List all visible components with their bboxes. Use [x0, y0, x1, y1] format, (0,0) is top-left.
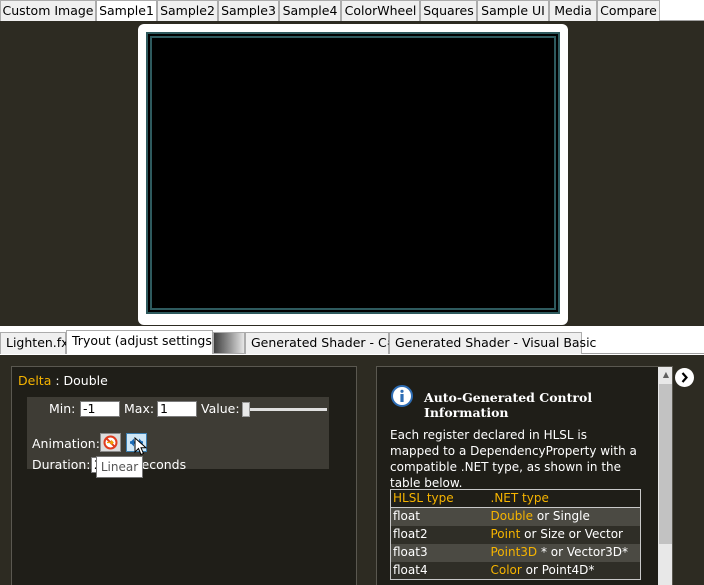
net-type-cell: Point or Size or Vector	[488, 525, 641, 544]
net-type: Point3D	[490, 545, 538, 559]
no-animation-button[interactable]	[100, 433, 121, 452]
header-net-type: .NET type	[488, 489, 641, 508]
tab-sample1[interactable]: Sample1	[96, 0, 157, 22]
table-row: float3 Point3D * or Vector3D*	[390, 543, 641, 562]
table-header-row: HLSL type .NET type	[390, 489, 641, 508]
info-description: Each register declared in HLSL is mapped…	[390, 428, 637, 490]
net-type-cell: Color or Point4D*	[488, 561, 641, 580]
preview-border	[146, 32, 560, 314]
tab-squares[interactable]: Squares	[420, 0, 477, 21]
tooltip: Linear	[96, 456, 143, 478]
net-type: Point	[490, 527, 521, 541]
no-animation-icon	[103, 435, 118, 450]
max-input[interactable]: 1	[157, 401, 197, 417]
info-icon	[391, 385, 413, 407]
tab-media[interactable]: Media	[549, 0, 597, 21]
max-label: Max:	[124, 401, 155, 416]
net-type-cell: Point3D * or Vector3D*	[488, 543, 641, 562]
scroll-up-arrow-icon[interactable]: ▲	[658, 367, 672, 383]
tab-sample4[interactable]: Sample4	[279, 0, 341, 21]
property-panel: Delta : Double Min: -1 Max: 1 Value: Ani…	[11, 366, 357, 585]
net-type: Double	[490, 509, 534, 524]
tab-generated-vb[interactable]: Generated Shader - Visual Basic	[389, 332, 596, 354]
table-row: float2 Point or Size or Vector	[390, 525, 641, 544]
info-title: Auto-Generated Control Information	[424, 390, 593, 420]
tab-compare[interactable]: Compare	[597, 0, 660, 21]
top-tab-strip: Custom Image Sample1 Sample2 Sample3 Sam…	[0, 0, 704, 22]
hlsl-type-cell: float	[390, 507, 489, 526]
hlsl-type-cell: float3	[390, 543, 489, 562]
table-row: float Double or Single	[390, 507, 641, 526]
net-type-alt: or Point4D*	[521, 562, 595, 577]
animation-label: Animation:	[32, 436, 100, 451]
hlsl-type-cell: float2	[390, 525, 489, 544]
property-heading: Delta : Double	[18, 373, 108, 388]
property-type: Double	[63, 373, 108, 388]
net-type-cell: Double or Single	[488, 507, 641, 526]
tab-color-swatch[interactable]	[213, 332, 245, 354]
net-type-alt: or Size or Vector	[520, 527, 623, 541]
tryout-content: Delta : Double Min: -1 Max: 1 Value: Ani…	[0, 355, 704, 585]
header-hlsl-type: HLSL type	[390, 489, 489, 508]
info-panel: Auto-Generated Control Information Each …	[376, 366, 673, 585]
bottom-tab-strip: Lighten.fx Tryout (adjust settings) Gene…	[0, 330, 704, 354]
net-type-alt: or Single	[533, 509, 590, 524]
tab-generated-csharp[interactable]: Generated Shader - C#	[245, 332, 397, 354]
min-label: Min:	[49, 401, 76, 416]
property-name: Delta	[18, 373, 52, 388]
scroll-thumb[interactable]	[659, 384, 672, 544]
tab-lighten-fx[interactable]: Lighten.fx	[0, 332, 69, 354]
property-separator: :	[51, 373, 64, 388]
tab-tryout[interactable]: Tryout (adjust settings)	[66, 330, 217, 354]
net-type-alt: * or Vector3D*	[537, 545, 629, 559]
tab-sample2[interactable]: Sample2	[157, 0, 218, 21]
net-type: Color	[490, 562, 522, 577]
info-scrollbar[interactable]: ▲	[658, 367, 672, 585]
chevron-right-icon	[681, 372, 688, 383]
hlsl-type-cell: float4	[390, 561, 489, 580]
tab-custom-image[interactable]: Custom Image	[0, 0, 96, 21]
min-input[interactable]: -1	[80, 401, 120, 417]
tab-colorwheel[interactable]: ColorWheel	[341, 0, 420, 21]
type-mapping-table: HLSL type .NET type float Double or Sing…	[390, 489, 641, 580]
value-slider-thumb[interactable]	[242, 402, 250, 417]
value-slider-track[interactable]	[243, 408, 327, 411]
preview-frame	[138, 24, 568, 325]
value-label: Value:	[201, 401, 240, 416]
animation-settings: Min: -1 Max: 1 Value: Animation: Duratio…	[27, 397, 329, 473]
tab-sample3[interactable]: Sample3	[218, 0, 279, 21]
duration-label: Duration:	[32, 457, 91, 472]
mouse-cursor-icon	[134, 437, 148, 456]
shader-preview-canvas	[154, 40, 552, 306]
preview-area	[0, 21, 704, 326]
tab-sample-ui[interactable]: Sample UI	[477, 0, 549, 21]
table-row: float4 Color or Point4D*	[390, 561, 641, 580]
expand-panel-button[interactable]	[675, 368, 694, 387]
